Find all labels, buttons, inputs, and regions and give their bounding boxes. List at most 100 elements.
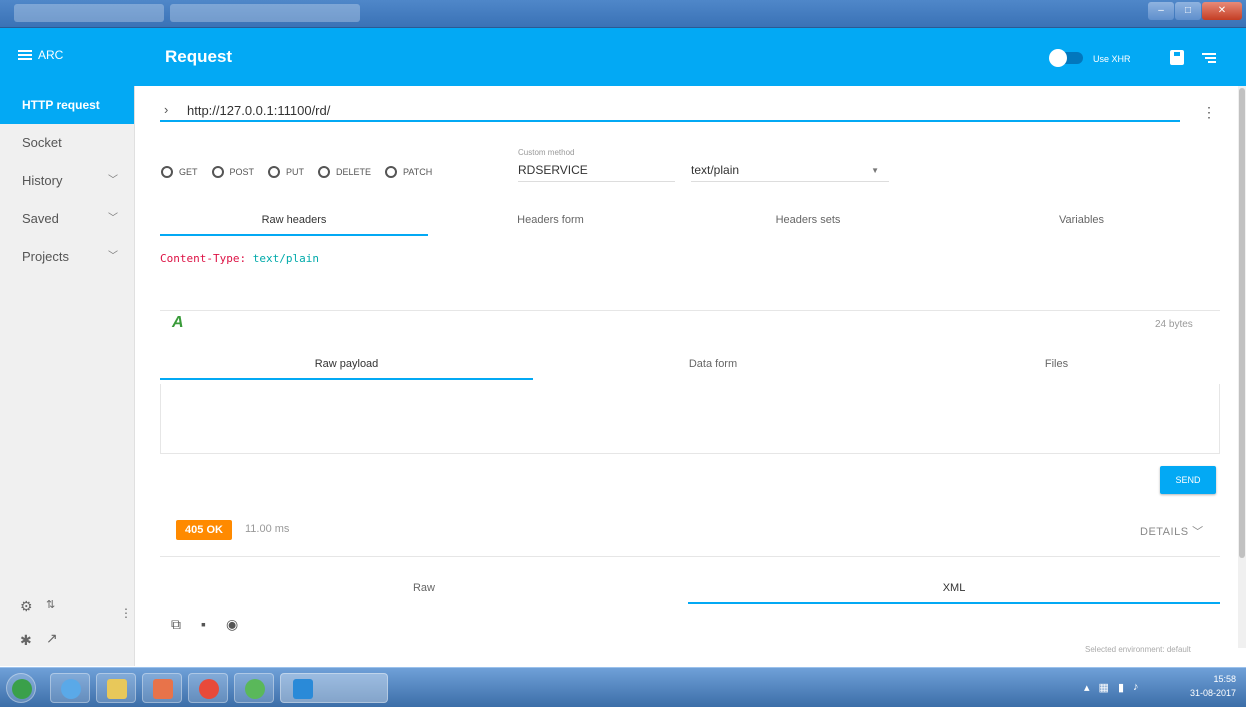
sidebar-item-history[interactable]: History ﹀	[0, 162, 134, 200]
chevron-down-icon: ﹀	[108, 251, 118, 262]
sort-list-icon[interactable]	[1202, 53, 1216, 63]
tab-variables[interactable]: Variables	[943, 206, 1220, 236]
active-app-icon[interactable]	[280, 673, 388, 703]
content-type-select[interactable]: text/plain ▼	[691, 162, 889, 182]
settings-icon[interactable]: ⚙	[20, 598, 33, 615]
method-radio-post[interactable]: POST	[211, 166, 254, 178]
chevron-right-icon[interactable]: ›	[164, 102, 168, 117]
tab-data-form[interactable]: Data form	[533, 350, 893, 380]
tab-files[interactable]: Files	[893, 350, 1220, 380]
tray-arrow-icon[interactable]: ▴	[1084, 681, 1090, 694]
minimize-button[interactable]: –	[1148, 2, 1174, 20]
utorrent-icon[interactable]	[234, 673, 274, 703]
app-toolbar: ARC Request Use XHR	[0, 28, 1246, 86]
url-field[interactable]: › http://127.0.0.1:11100/rd/	[160, 102, 1180, 122]
scrollbar[interactable]	[1238, 86, 1246, 648]
sidebar-item-label: HTTP request	[22, 98, 100, 112]
taskbar: ▴ ▦ ▮ ♪ 15:58 31-08-2017	[0, 667, 1246, 707]
tab-headers-sets[interactable]: Headers sets	[673, 206, 943, 236]
send-button[interactable]: SEND	[1160, 466, 1216, 494]
use-xhr-toggle[interactable]	[1049, 49, 1083, 67]
tab-raw-payload[interactable]: Raw payload	[160, 350, 533, 380]
sidebar-item-saved[interactable]: Saved ﹀	[0, 200, 134, 238]
method-radio-patch[interactable]: PATCH	[385, 166, 432, 178]
extension-icon[interactable]: ✱	[20, 632, 32, 649]
sidebar-item-http-request[interactable]: HTTP request	[0, 86, 134, 124]
start-button[interactable]	[6, 673, 36, 703]
header-key: Content-Type:	[160, 252, 247, 265]
clock[interactable]: 15:58 31-08-2017	[1190, 672, 1236, 700]
request-panel: › http://127.0.0.1:11100/rd/ ⋮ GET POST …	[145, 86, 1246, 648]
content-type-value: text/plain	[691, 163, 740, 177]
sidebar-item-label: Socket	[22, 135, 62, 150]
media-player-icon[interactable]	[142, 673, 182, 703]
open-external-icon[interactable]: ↗	[46, 630, 58, 647]
use-xhr-label: Use XHR	[1093, 54, 1131, 64]
tab-headers-form[interactable]: Headers form	[428, 206, 673, 236]
file-explorer-icon[interactable]	[96, 673, 136, 703]
network-icon[interactable]: ▦	[1099, 681, 1109, 694]
dropdown-caret-icon: ▼	[871, 166, 879, 175]
signal-icon[interactable]: ▮	[1118, 681, 1124, 694]
system-tray: ▴ ▦ ▮ ♪	[1084, 681, 1139, 694]
eye-icon[interactable]: ◉	[226, 616, 238, 633]
browser-tab[interactable]	[170, 4, 360, 22]
more-vert-icon[interactable]: ⋮	[1202, 104, 1216, 121]
more-vert-icon[interactable]: ⋮	[120, 606, 132, 620]
chevron-down-icon: ﹀	[108, 175, 118, 186]
details-label: DETAILS	[1140, 526, 1189, 538]
response-time: 11.00 ms	[245, 523, 290, 535]
copy-icon[interactable]: ⧉	[171, 616, 181, 633]
raw-headers-editor[interactable]: Content-Type: text/plain	[160, 252, 319, 265]
method-radio-put[interactable]: PUT	[268, 166, 304, 178]
response-divider	[160, 556, 1220, 557]
sidebar-item-projects[interactable]: Projects ﹀	[0, 238, 134, 276]
tab-raw[interactable]: Raw	[160, 574, 688, 604]
chevron-down-icon: ﹀	[108, 213, 118, 224]
volume-icon[interactable]: ♪	[1133, 681, 1139, 694]
status-badge: 405 OK	[176, 520, 232, 540]
custom-method-label: Custom method	[518, 148, 575, 157]
header-value: text/plain	[252, 252, 319, 265]
save-icon[interactable]	[1170, 50, 1184, 65]
spellcheck-icon[interactable]: A	[172, 314, 184, 332]
url-input[interactable]: http://127.0.0.1:11100/rd/	[187, 103, 330, 118]
browser-tab[interactable]	[14, 4, 164, 22]
response-tabs: Raw XML	[160, 574, 1220, 604]
section-divider	[160, 310, 1220, 311]
tab-raw-headers[interactable]: Raw headers	[160, 206, 428, 236]
custom-method-input[interactable]: RDSERVICE	[518, 162, 675, 182]
menu-toggle[interactable]: ARC	[18, 48, 63, 62]
payload-editor[interactable]	[160, 384, 1220, 454]
method-radio-get[interactable]: GET	[161, 166, 198, 178]
import-export-icon[interactable]: ⇅	[46, 598, 55, 611]
sidebar-item-label: Projects	[22, 249, 69, 264]
app-name: ARC	[38, 48, 64, 62]
payload-tabs: Raw payload Data form Files	[160, 350, 1220, 380]
environment-status: Selected environment: default	[1085, 645, 1191, 654]
save-icon[interactable]: ▪	[201, 616, 206, 633]
clock-time: 15:58	[1213, 674, 1236, 684]
chevron-down-icon: ﹀	[1192, 526, 1204, 538]
method-selector: GET POST PUT DELETE PATCH	[161, 166, 446, 178]
window-title-bar: – □ ✕	[0, 0, 1246, 28]
sidebar: HTTP request Socket History ﹀ Saved ﹀ Pr…	[0, 86, 135, 666]
internet-explorer-icon[interactable]	[50, 673, 90, 703]
sidebar-footer: ⚙ ⇅ ⋮ ✱ ↗	[20, 598, 132, 658]
chrome-icon[interactable]	[188, 673, 228, 703]
sidebar-item-socket[interactable]: Socket	[0, 124, 134, 162]
payload-size: 24 bytes	[1155, 319, 1193, 330]
hamburger-icon	[18, 50, 32, 60]
window-controls: – □ ✕	[1148, 2, 1242, 20]
maximize-button[interactable]: □	[1175, 2, 1201, 20]
sidebar-item-label: Saved	[22, 211, 59, 226]
clock-date: 31-08-2017	[1189, 688, 1236, 698]
page-title: Request	[165, 47, 233, 66]
details-toggle[interactable]: DETAILS ﹀	[1140, 523, 1204, 539]
header-tabs: Raw headers Headers form Headers sets Va…	[160, 206, 1220, 236]
tab-xml[interactable]: XML	[688, 574, 1220, 604]
response-actions: ⧉ ▪ ◉	[171, 616, 238, 633]
method-radio-delete[interactable]: DELETE	[318, 166, 371, 178]
close-button[interactable]: ✕	[1202, 2, 1242, 20]
sidebar-item-label: History	[22, 173, 63, 188]
